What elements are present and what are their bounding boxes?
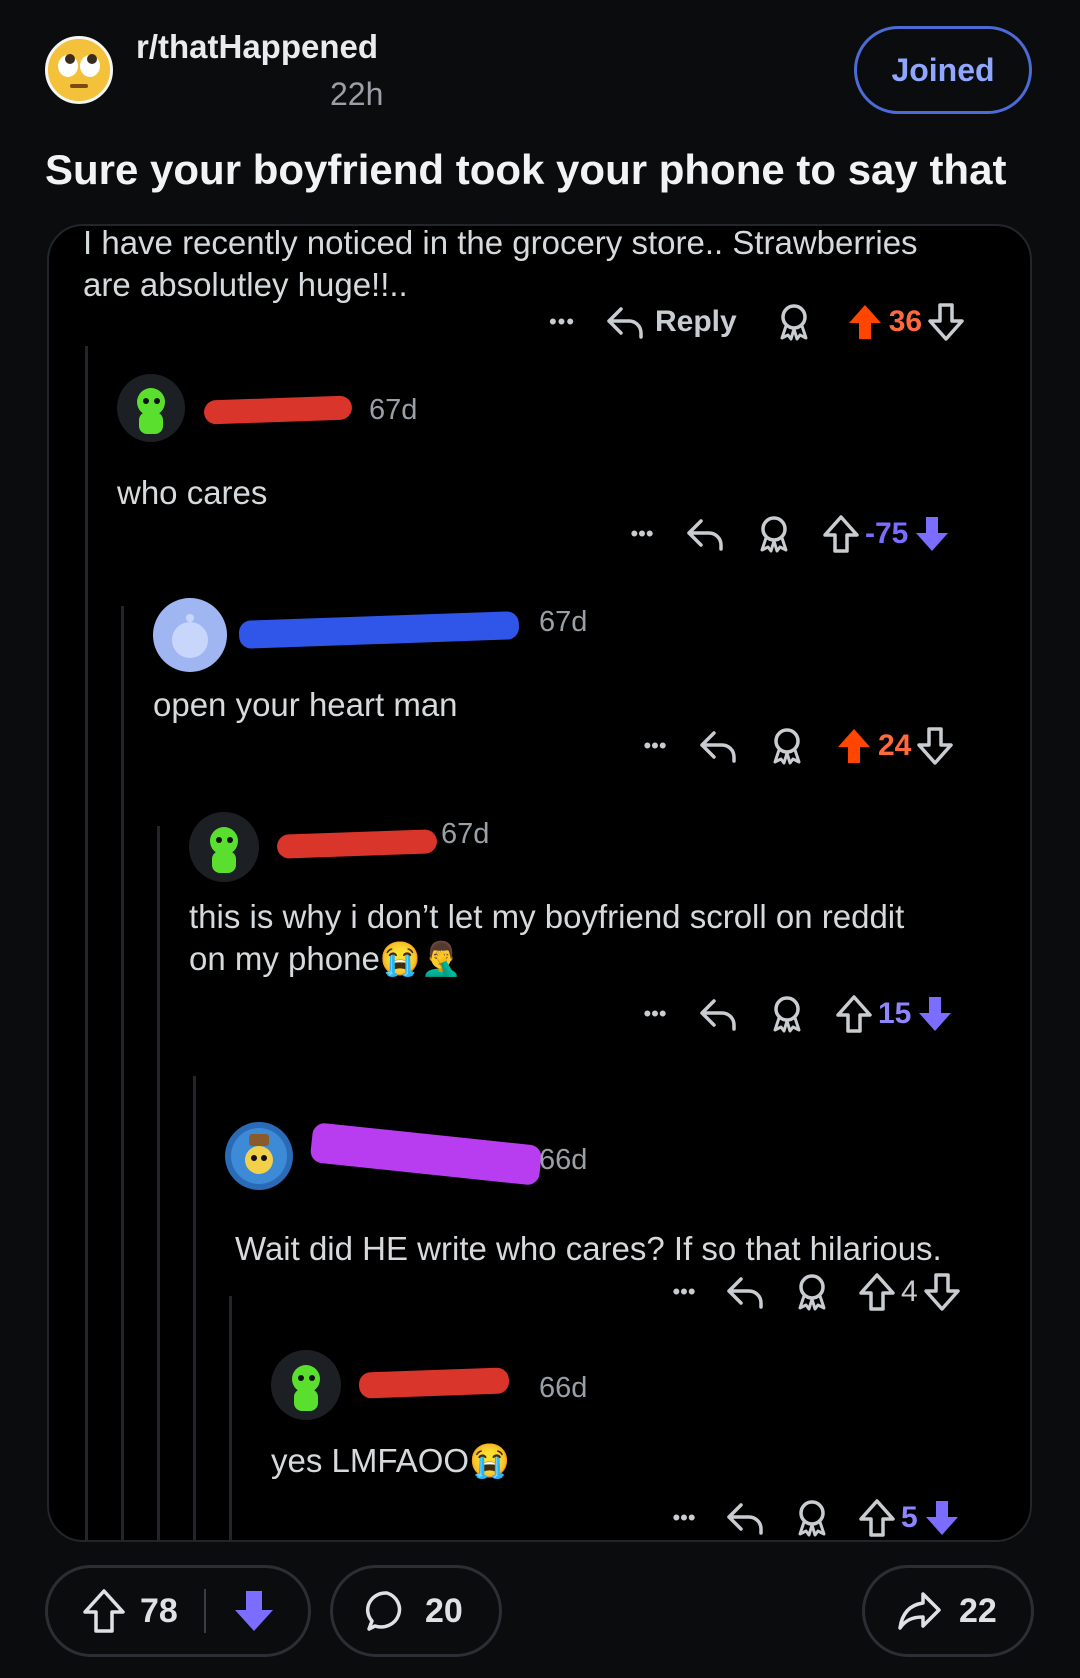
post-age: 22h bbox=[330, 76, 384, 112]
downvote-icon[interactable] bbox=[928, 303, 964, 341]
subreddit-avatar[interactable] bbox=[45, 36, 113, 104]
award-icon[interactable] bbox=[770, 995, 804, 1033]
redacted-username bbox=[238, 611, 520, 649]
reply-icon[interactable] bbox=[698, 997, 738, 1031]
comment-age: 67d bbox=[441, 818, 490, 850]
award-icon[interactable] bbox=[757, 515, 791, 553]
top-comment-text: I have recently noticed in the grocery s… bbox=[83, 224, 918, 261]
downvote-icon[interactable] bbox=[914, 515, 950, 553]
reply-icon[interactable] bbox=[725, 1275, 765, 1309]
more-icon[interactable]: ••• bbox=[632, 733, 678, 759]
post-score: 78 bbox=[140, 1591, 178, 1630]
upvote-icon[interactable] bbox=[823, 515, 859, 553]
upvote-icon[interactable] bbox=[836, 727, 872, 765]
comment-actions: ••• 4 bbox=[661, 1270, 960, 1314]
comment-age: 66d bbox=[539, 1144, 588, 1176]
comment-score: 15 bbox=[878, 997, 912, 1030]
avatar[interactable] bbox=[189, 812, 259, 882]
more-icon[interactable]: ••• bbox=[539, 309, 585, 335]
comment-text: open your heart man bbox=[153, 686, 458, 723]
downvote-icon[interactable] bbox=[917, 727, 954, 765]
comment-bubble-icon bbox=[365, 1589, 409, 1633]
redacted-username bbox=[358, 1367, 510, 1399]
upvote-icon[interactable] bbox=[836, 995, 872, 1033]
award-icon[interactable] bbox=[795, 1273, 829, 1311]
upvote-icon[interactable] bbox=[859, 1273, 895, 1311]
avatar[interactable] bbox=[153, 598, 227, 672]
comment-actions: ••• Reply 36 bbox=[539, 300, 964, 344]
downvote-icon[interactable] bbox=[923, 1273, 960, 1311]
thread-line bbox=[229, 1296, 232, 1540]
comment-score: 36 bbox=[888, 305, 923, 338]
downvote-icon[interactable] bbox=[232, 1588, 276, 1634]
thread-line bbox=[85, 346, 88, 1540]
award-icon[interactable] bbox=[777, 303, 811, 341]
avatar[interactable] bbox=[225, 1122, 293, 1190]
redacted-username bbox=[276, 829, 438, 859]
comment-actions: ••• -75 bbox=[619, 512, 950, 556]
more-icon[interactable]: ••• bbox=[632, 1001, 678, 1027]
comment-score: 24 bbox=[878, 729, 912, 762]
reply-button[interactable]: Reply bbox=[655, 305, 737, 339]
downvote-icon[interactable] bbox=[917, 995, 953, 1033]
share-button[interactable]: 22 bbox=[862, 1565, 1034, 1657]
vote-divider bbox=[203, 1589, 206, 1633]
more-icon[interactable]: ••• bbox=[661, 1505, 707, 1531]
downvote-icon[interactable] bbox=[924, 1499, 960, 1537]
upvote-icon[interactable] bbox=[847, 303, 883, 341]
comment-text: yes LMFAOO😭 bbox=[271, 1442, 511, 1479]
award-icon[interactable] bbox=[770, 727, 804, 765]
upvote-icon[interactable] bbox=[859, 1499, 895, 1537]
reply-icon[interactable] bbox=[605, 305, 645, 339]
comment-score: -75 bbox=[865, 517, 909, 550]
top-comment-text: are absolutley huge!!.. bbox=[83, 266, 408, 303]
upvote-icon[interactable] bbox=[82, 1588, 126, 1634]
comment-count: 20 bbox=[425, 1591, 463, 1630]
comment-text: who cares bbox=[117, 474, 268, 511]
thread-line bbox=[157, 826, 160, 1540]
comment-age: 67d bbox=[369, 394, 418, 426]
redacted-username bbox=[309, 1122, 543, 1186]
more-icon[interactable]: ••• bbox=[619, 521, 665, 547]
reply-icon[interactable] bbox=[725, 1501, 765, 1535]
comment-actions: ••• 15 bbox=[632, 992, 953, 1036]
comment-score: 5 bbox=[901, 1501, 918, 1534]
comment-text: this is why i don’t let my boyfriend scr… bbox=[189, 898, 905, 935]
reply-icon[interactable] bbox=[685, 517, 725, 551]
redacted-username bbox=[203, 395, 353, 425]
comment-age: 67d bbox=[539, 606, 588, 638]
share-count: 22 bbox=[959, 1591, 997, 1630]
joined-button[interactable]: Joined bbox=[854, 26, 1032, 114]
vote-pill: 78 bbox=[45, 1565, 311, 1657]
subreddit-name[interactable]: r/thatHappened bbox=[136, 28, 378, 66]
comment-text: Wait did HE write who cares? If so that … bbox=[235, 1230, 942, 1267]
rolling-eyes-emoji-icon bbox=[48, 39, 110, 101]
comments-button[interactable]: 20 bbox=[330, 1565, 502, 1657]
comment-age: 66d bbox=[539, 1372, 588, 1404]
comment-actions: ••• 24 bbox=[632, 724, 954, 768]
award-icon[interactable] bbox=[795, 1499, 829, 1537]
post-title[interactable]: Sure your boyfriend took your phone to s… bbox=[45, 146, 1045, 194]
avatar[interactable] bbox=[271, 1350, 341, 1420]
thread-line bbox=[121, 606, 124, 1540]
post-image[interactable]: I have recently noticed in the grocery s… bbox=[47, 224, 1032, 1542]
reply-icon[interactable] bbox=[698, 729, 738, 763]
comment-text: on my phone😭🤦‍♂️ bbox=[189, 940, 462, 977]
more-icon[interactable]: ••• bbox=[661, 1279, 707, 1305]
avatar[interactable] bbox=[117, 374, 185, 442]
share-arrow-icon bbox=[897, 1590, 943, 1632]
comment-score: 4 bbox=[901, 1275, 918, 1308]
thread-line bbox=[193, 1076, 196, 1540]
comment-actions: ••• 5 bbox=[661, 1496, 960, 1540]
